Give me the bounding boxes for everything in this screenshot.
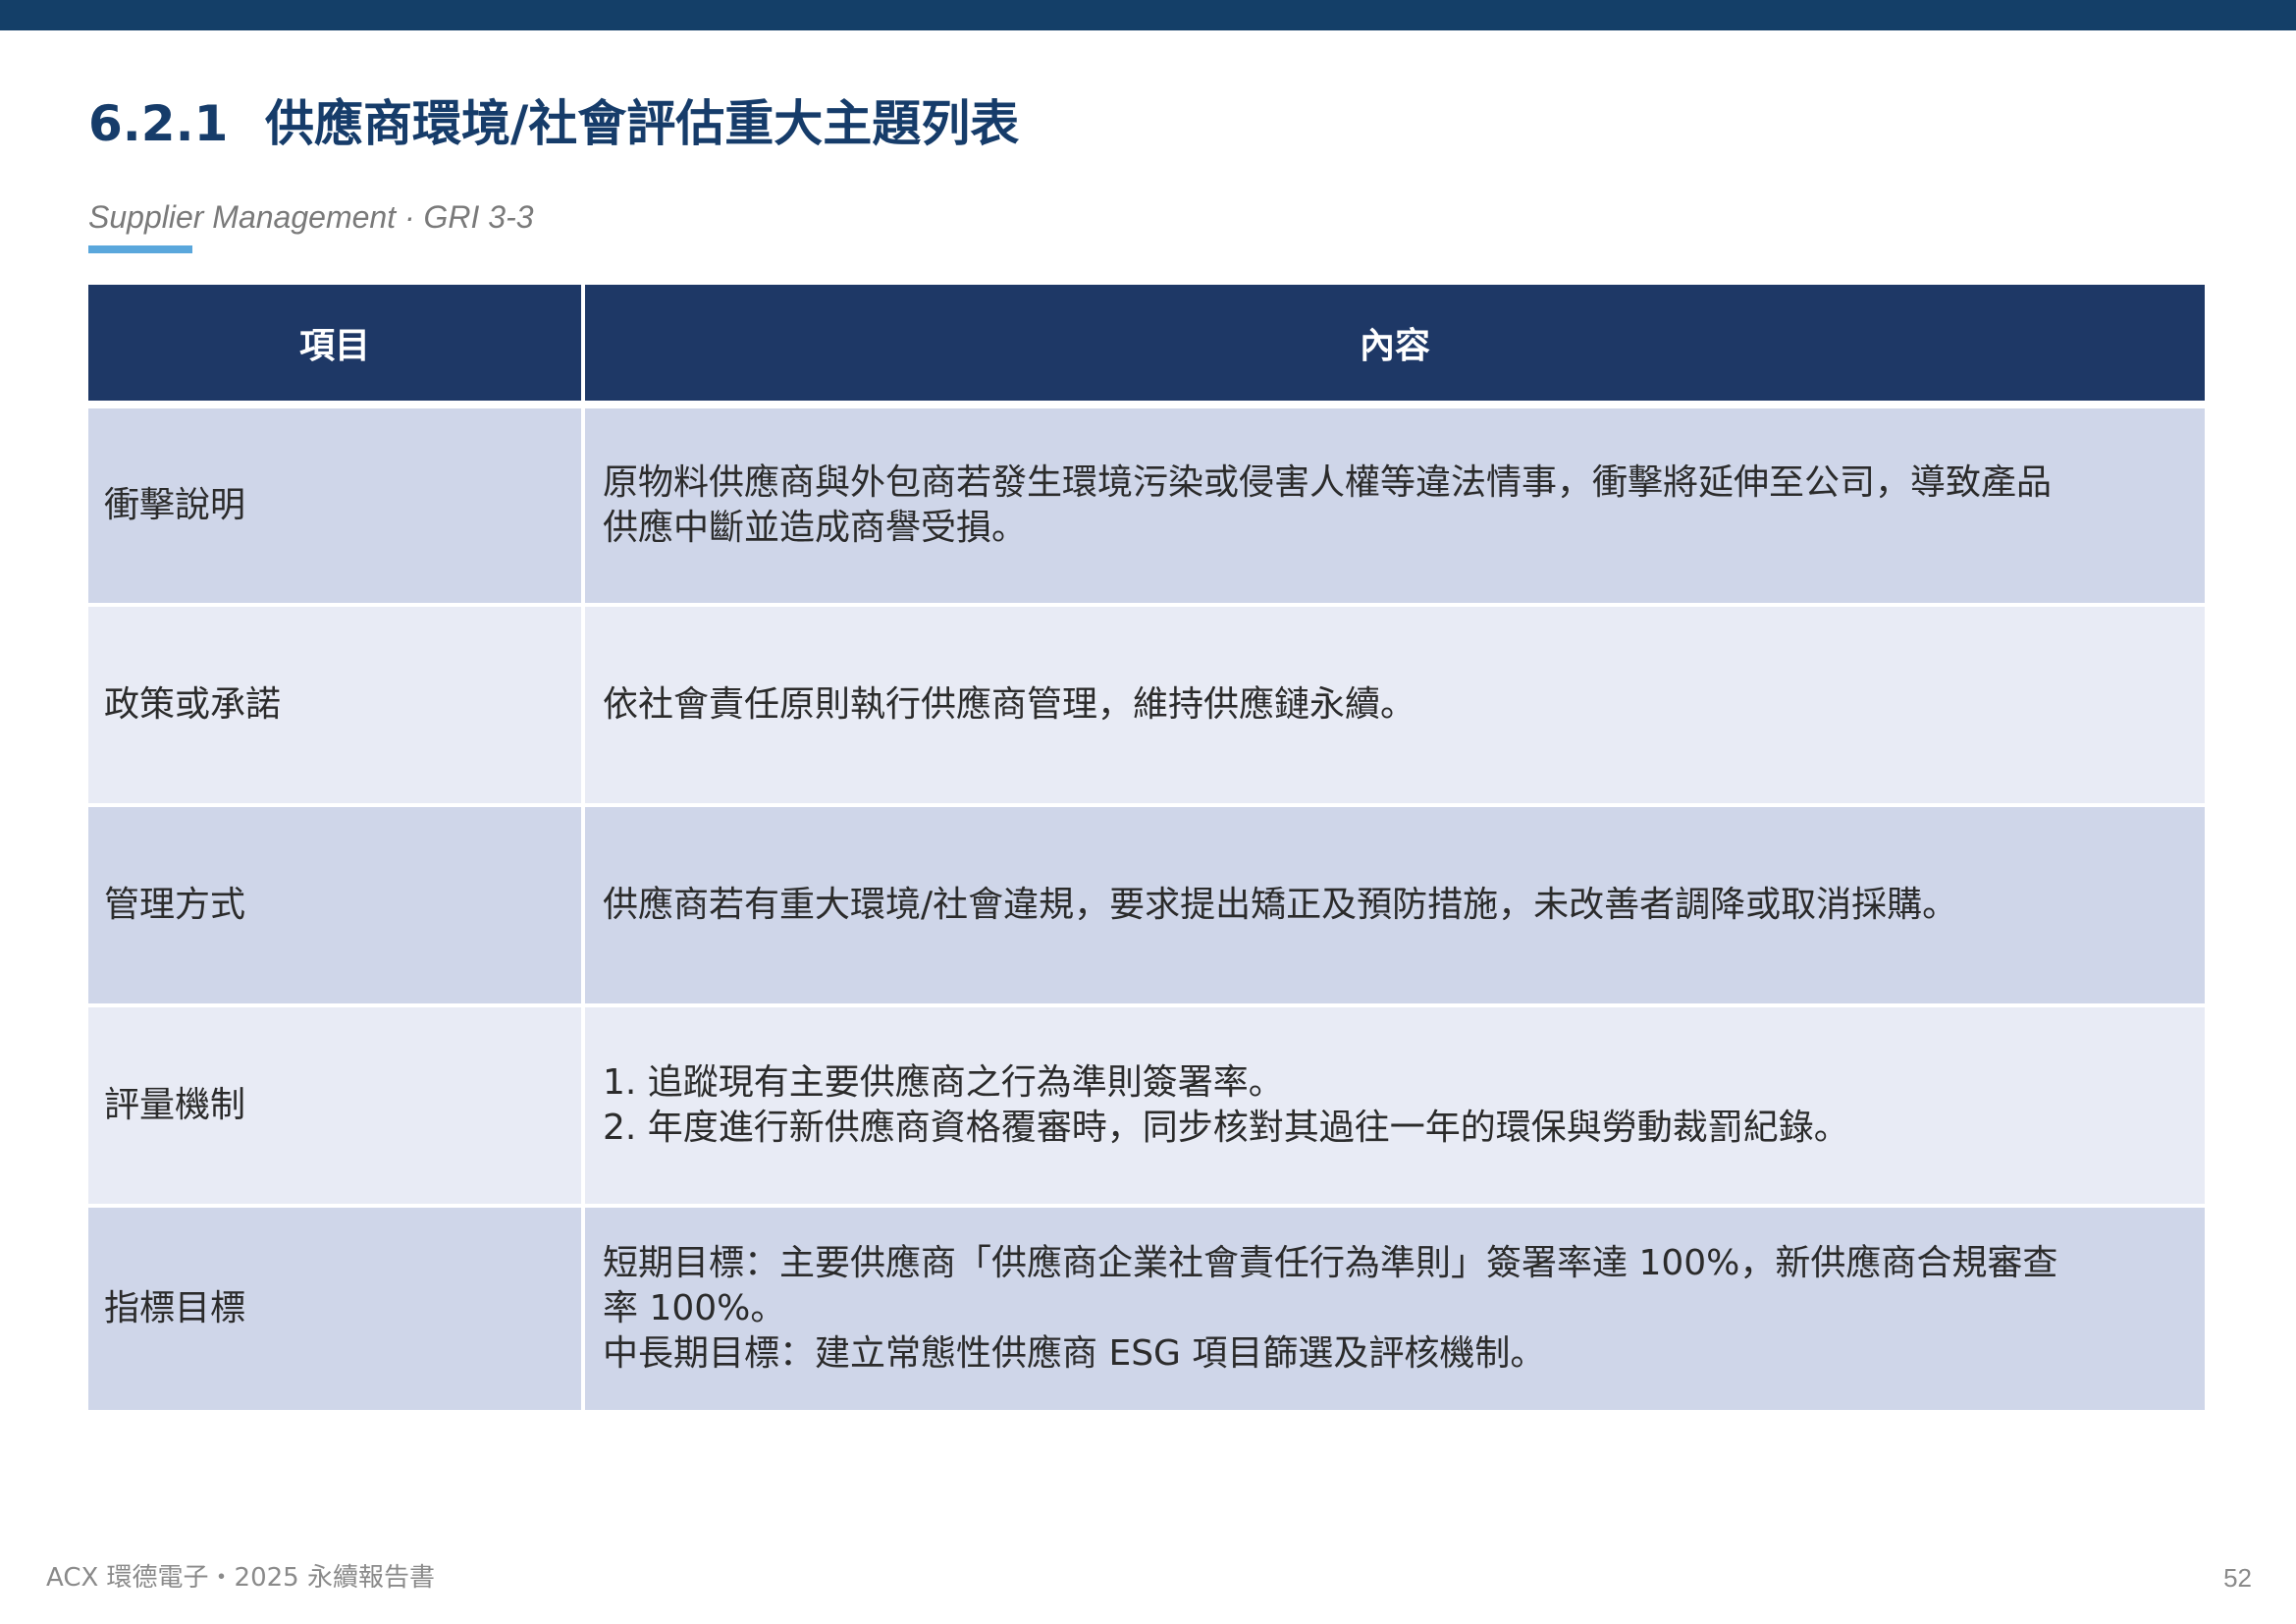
row-item-label: 管理方式 xyxy=(88,807,585,1007)
table-row: 衝擊說明 原物料供應商與外包商若發生環境污染或侵害人權等違法情事，衝擊將延伸至公… xyxy=(88,408,2205,607)
table-header-row: 項目 內容 xyxy=(88,285,2205,408)
row-item-label: 評量機制 xyxy=(88,1007,585,1208)
content-line: 供應商若有重大環境/社會違規，要求提出矯正及預防措施，未改善者調降或取消採購。 xyxy=(603,885,1958,925)
content-line: 1. 追蹤現有主要供應商之行為準則簽署率。 xyxy=(603,1062,1284,1103)
table-row: 管理方式 供應商若有重大環境/社會違規，要求提出矯正及預防措施，未改善者調降或取… xyxy=(88,807,2205,1007)
row-item-label: 衝擊說明 xyxy=(88,408,585,607)
section-title-text: 供應商環境/社會評估重大主題列表 xyxy=(265,95,1020,152)
content-line: 依社會責任原則執行供應商管理，維持供應鏈永續。 xyxy=(603,684,1416,725)
content-line: 中長期目標：建立常態性供應商 ESG 項目篩選及評核機制。 xyxy=(603,1333,1546,1374)
table-row: 政策或承諾 依社會責任原則執行供應商管理，維持供應鏈永續。 xyxy=(88,607,2205,807)
material-topic-table: 項目 內容 衝擊說明 原物料供應商與外包商若發生環境污染或侵害人權等違法情事，衝… xyxy=(88,285,2205,1414)
section-title: 6.2.1 供應商環境/社會評估重大主題列表 xyxy=(88,90,1019,157)
content-line: 供應中斷並造成商譽受損。 xyxy=(603,508,1028,548)
section-subtitle: Supplier Management · GRI 3-3 xyxy=(88,199,534,235)
row-item-label: 指標目標 xyxy=(88,1208,585,1414)
row-content: 原物料供應商與外包商若發生環境污染或侵害人權等違法情事，衝擊將延伸至公司，導致產… xyxy=(585,408,2205,607)
row-content: 依社會責任原則執行供應商管理，維持供應鏈永續。 xyxy=(585,607,2205,807)
footer-report-name: ACX 環德電子・2025 永續報告書 xyxy=(46,1563,435,1593)
row-content: 短期目標：主要供應商「供應商企業社會責任行為準則」簽署率達 100%，新供應商合… xyxy=(585,1208,2205,1414)
row-item-label: 政策或承諾 xyxy=(88,607,585,807)
content-line: 短期目標：主要供應商「供應商企業社會責任行為準則」簽署率達 100%，新供應商合… xyxy=(603,1243,2058,1283)
table-row: 評量機制 1. 追蹤現有主要供應商之行為準則簽署率。 2. 年度進行新供應商資格… xyxy=(88,1007,2205,1208)
subtitle-accent-underline xyxy=(88,245,192,253)
column-header-item: 項目 xyxy=(88,285,585,408)
content-line: 原物料供應商與外包商若發生環境污染或侵害人權等違法情事，衝擊將延伸至公司，導致產… xyxy=(603,462,2053,503)
row-content: 供應商若有重大環境/社會違規，要求提出矯正及預防措施，未改善者調降或取消採購。 xyxy=(585,807,2205,1007)
top-banner-bar xyxy=(0,0,2296,30)
section-number: 6.2.1 xyxy=(88,95,229,152)
content-line: 率 100%。 xyxy=(603,1288,786,1328)
row-content: 1. 追蹤現有主要供應商之行為準則簽署率。 2. 年度進行新供應商資格覆審時，同… xyxy=(585,1007,2205,1208)
page-number: 52 xyxy=(2223,1563,2252,1593)
table-row: 指標目標 短期目標：主要供應商「供應商企業社會責任行為準則」簽署率達 100%，… xyxy=(88,1208,2205,1414)
column-header-content: 內容 xyxy=(585,285,2205,408)
content-line: 2. 年度進行新供應商資格覆審時，同步核對其過往一年的環保與勞動裁罰紀錄。 xyxy=(603,1108,1849,1148)
